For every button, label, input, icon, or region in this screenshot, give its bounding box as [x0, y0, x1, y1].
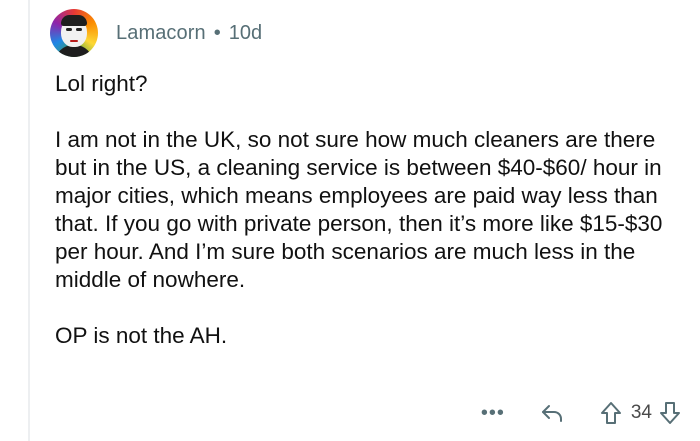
user-avatar[interactable] — [50, 9, 98, 57]
comment-paragraph: Lol right? — [55, 71, 148, 96]
comment-age: 10d — [228, 21, 263, 44]
comment-body: Lol right? I am not in the UK, so not su… — [55, 70, 685, 350]
avatar-mouth — [70, 40, 78, 42]
more-icon[interactable]: ••• — [481, 403, 505, 423]
avatar-hair — [61, 15, 87, 26]
vote-score: 34 — [630, 402, 652, 423]
meta-separator: • — [213, 21, 221, 44]
comment-paragraph: OP is not the AH. — [55, 323, 228, 348]
comment-actions: ••• 34 — [481, 397, 682, 429]
username-link[interactable]: Lamacorn — [116, 22, 206, 45]
avatar-eye — [66, 28, 72, 31]
avatar-eye — [76, 28, 82, 31]
reply-icon[interactable] — [539, 400, 565, 426]
downvote-icon[interactable] — [658, 400, 682, 426]
comment-header: Lamacorn • 10d — [50, 9, 262, 57]
thread-line[interactable] — [28, 0, 30, 441]
upvote-icon[interactable] — [599, 400, 623, 426]
comment-paragraph: I am not in the UK, so not sure how much… — [55, 127, 663, 292]
